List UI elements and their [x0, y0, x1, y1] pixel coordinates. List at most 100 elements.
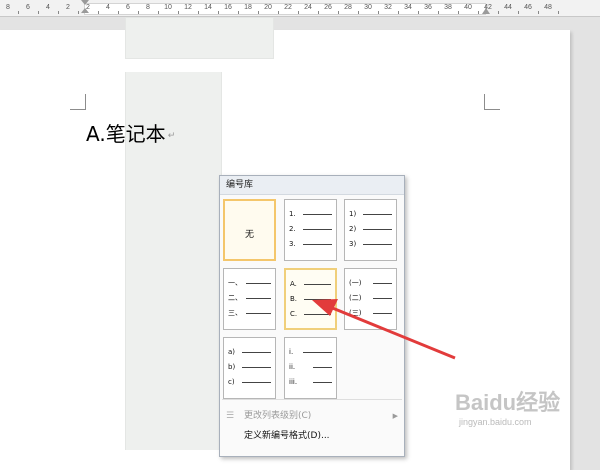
- numbering-preview-row: 二、: [228, 293, 271, 303]
- numbering-style-lower-roman[interactable]: i. ii. iii.: [284, 337, 337, 399]
- numbering-style-decimal-period[interactable]: 1. 2. 3.: [284, 199, 337, 261]
- ruler-label: 24: [304, 4, 312, 11]
- numbering-marker: (一): [349, 279, 362, 287]
- ruler-label: 36: [424, 4, 432, 11]
- numbering-style-upper-alpha[interactable]: A. B. C.: [284, 268, 337, 330]
- preview-text-line: [373, 283, 392, 284]
- ruler-label: 4: [106, 4, 110, 11]
- preview-text-line: [303, 229, 332, 230]
- preview-text-line: [246, 283, 271, 284]
- ruler-tick: [318, 11, 319, 14]
- numbering-preview-row: c): [228, 377, 271, 387]
- horizontal-ruler[interactable]: 8 6 4 2 2 4 6 8 10 12 14 16 18 20 22 24 26 28 30 32 34 36 38 40…: [0, 0, 600, 17]
- preview-text-line: [373, 313, 392, 314]
- ruler-tick: [398, 11, 399, 14]
- ruler-tick: [218, 11, 219, 14]
- preview-text-line: [246, 298, 271, 299]
- ruler-tick: [358, 11, 359, 14]
- numbering-marker: 二、: [228, 294, 242, 302]
- ruler-label: 18: [244, 4, 252, 11]
- preview-text-line: [363, 229, 392, 230]
- numbering-preview-row: 1): [349, 209, 392, 219]
- preview-text-line: [303, 352, 332, 353]
- change-list-level-item[interactable]: ☰ 更改列表级别(C) ▶: [220, 407, 404, 425]
- preview-text-line: [303, 214, 332, 215]
- numbering-marker: (二): [349, 294, 362, 302]
- ruler-label: 6: [26, 4, 30, 11]
- numbering-preview-row: 1.: [289, 209, 332, 219]
- ruler-label: 10: [164, 4, 172, 11]
- numbering-style-chinese-paren[interactable]: (一) (二) (三): [344, 268, 397, 330]
- numbering-preview-row: b): [228, 362, 271, 372]
- numbering-marker: iii.: [289, 378, 298, 386]
- indent-list-icon: ☰: [226, 411, 235, 421]
- ruler-tick: [78, 11, 79, 14]
- watermark-url: jingyan.baidu.com: [459, 417, 532, 427]
- change-list-level-label: 更改列表级别(C): [244, 411, 312, 421]
- numbering-library-title: 编号库: [220, 176, 404, 195]
- first-line-indent-marker[interactable]: [81, 0, 89, 14]
- list-item-text[interactable]: A.笔记本: [86, 122, 166, 146]
- ruler-tick: [138, 11, 139, 14]
- numbering-preview-row: 2): [349, 224, 392, 234]
- ruler-tick: [238, 11, 239, 14]
- numbering-preview-row: (二): [349, 293, 392, 303]
- watermark-logo: Baidu经验: [455, 390, 561, 415]
- ruler-tick: [458, 11, 459, 14]
- ruler-tick: [538, 11, 539, 14]
- ruler-label: 30: [364, 4, 372, 11]
- define-new-number-format-item[interactable]: 定义新编号格式(D)...: [220, 427, 404, 445]
- baidu-jingyan-watermark: Baidu经验 jingyan.baidu.com: [455, 385, 595, 440]
- numbering-preview-row: 三、: [228, 308, 271, 318]
- preview-text-line: [313, 382, 332, 383]
- ruler-label: 28: [344, 4, 352, 11]
- ruler-tick: [118, 11, 119, 14]
- numbering-style-lower-alpha[interactable]: a) b) c): [223, 337, 276, 399]
- right-indent-marker[interactable]: [482, 8, 490, 14]
- numbering-library-menu: 编号库 无 1. 2. 3. 1) 2) 3) 一、 二、 三、 A. B. C. (一) (二)…: [219, 175, 405, 457]
- ruler-tick: [478, 11, 479, 14]
- ruler-label: 34: [404, 4, 412, 11]
- ruler-tick: [498, 11, 499, 14]
- ruler-tick: [278, 11, 279, 14]
- ruler-label: 14: [204, 4, 212, 11]
- ruler-tick: [418, 11, 419, 14]
- ruler-label: 38: [444, 4, 452, 11]
- ruler-label: 16: [224, 4, 232, 11]
- numbering-preview-row: C.: [290, 309, 331, 319]
- numbering-style-decimal-paren[interactable]: 1) 2) 3): [344, 199, 397, 261]
- preview-text-line: [303, 244, 332, 245]
- numbering-preview-row: i.: [289, 347, 332, 357]
- ruler-tick: [438, 11, 439, 14]
- ruler-label: 12: [184, 4, 192, 11]
- numbering-preview-row: ii.: [289, 362, 332, 372]
- preview-text-line: [242, 352, 271, 353]
- ruler-tick: [178, 11, 179, 14]
- numbering-preview-row: 3): [349, 239, 392, 249]
- document-text-line[interactable]: A.笔记本 ↵: [86, 118, 175, 147]
- ruler-label: 32: [384, 4, 392, 11]
- numbering-preview-row: (一): [349, 278, 392, 288]
- ruler-label: 4: [46, 4, 50, 11]
- ruler-label: 44: [504, 4, 512, 11]
- none-label: 无: [244, 230, 254, 240]
- ruler-label: 8: [146, 4, 150, 11]
- numbering-marker: ii.: [289, 363, 296, 371]
- numbering-preview-row: a): [228, 347, 271, 357]
- ruler-tick: [258, 11, 259, 14]
- numbering-style-chinese-comma[interactable]: 一、 二、 三、: [223, 268, 276, 330]
- preview-text-line: [363, 244, 392, 245]
- ruler-label: 22: [284, 4, 292, 11]
- preview-text-line: [304, 314, 331, 315]
- ruler-tick: [518, 11, 519, 14]
- ruler-tick: [58, 11, 59, 14]
- margin-corner-top-right: [484, 94, 500, 110]
- ruler-tick: [38, 11, 39, 14]
- ruler-tick: [378, 11, 379, 14]
- ruler-label: 20: [264, 4, 272, 11]
- define-new-number-format-label: 定义新编号格式(D)...: [244, 431, 330, 441]
- ruler-tick: [158, 11, 159, 14]
- preview-text-line: [304, 299, 331, 300]
- ruler-label: 6: [126, 4, 130, 11]
- numbering-style-none[interactable]: 无: [223, 199, 276, 261]
